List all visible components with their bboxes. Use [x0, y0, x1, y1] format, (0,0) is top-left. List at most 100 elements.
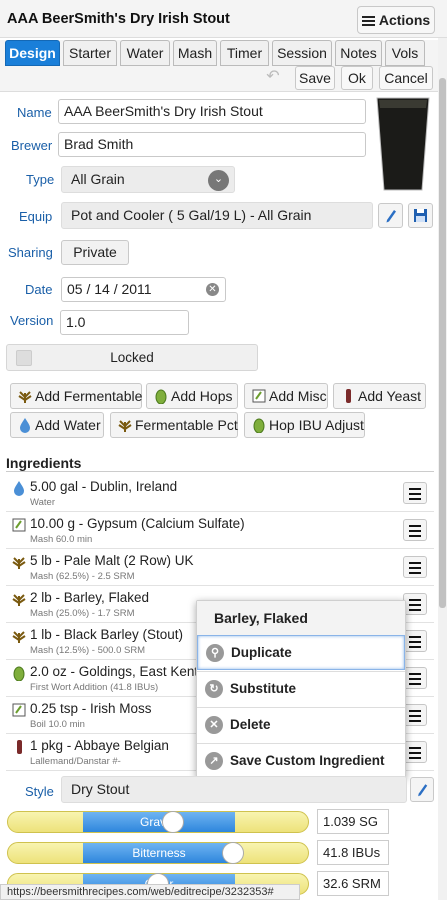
gauge-value: 32.6 SRM — [317, 871, 389, 896]
gauge-range: Bitterness — [83, 843, 235, 863]
row-menu-button[interactable] — [403, 741, 427, 763]
tag-icon: ⚲ — [206, 644, 224, 662]
equip-label: Equip — [19, 209, 53, 224]
water-drop-icon — [14, 481, 24, 496]
hop-icon — [155, 389, 167, 404]
undo-icon[interactable]: ↶ — [261, 66, 285, 90]
type-label: Type — [26, 172, 55, 187]
version-label: Version — [10, 313, 54, 328]
add-yeast-label: Add Yeast — [358, 388, 422, 404]
substitute-label: Substitute — [230, 681, 296, 696]
tab-design[interactable]: Design — [5, 40, 60, 66]
hop-ibu-adjust-label: Hop IBU Adjust — [269, 417, 364, 433]
toolbar: ↶ Save Ok Cancel — [0, 66, 447, 92]
ingredient-name: 2.0 oz - Goldings, East Kent — [30, 664, 199, 679]
tab-starter[interactable]: Starter — [63, 40, 117, 66]
tab-timer[interactable]: Timer — [220, 40, 269, 66]
refresh-icon: ↻ — [205, 680, 223, 698]
style-select[interactable]: Dry Stout — [61, 776, 407, 803]
ingredient-name: 1 lb - Black Barley (Stout) — [30, 627, 184, 642]
actions-label: Actions — [378, 12, 431, 28]
delete-menu-item[interactable]: ✕ Delete — [197, 707, 405, 742]
chevron-down-icon: ⌄ — [208, 170, 229, 191]
ingredient-name: 0.25 tsp - Irish Moss — [30, 701, 152, 716]
gauge-gravity-slider: Gravity — [7, 811, 309, 833]
row-menu-button[interactable] — [403, 667, 427, 689]
tab-notes[interactable]: Notes — [335, 40, 382, 66]
save-custom-ingredient-label: Save Custom Ingredient — [230, 753, 385, 768]
gauge-knob — [162, 811, 184, 833]
gauge-knob — [222, 842, 244, 864]
ingredient-detail: Mash (62.5%) - 2.5 SRM — [30, 571, 135, 582]
row-menu-button[interactable] — [403, 482, 427, 504]
add-water-button[interactable]: Add Water — [10, 412, 104, 438]
row-menu-button[interactable] — [403, 519, 427, 541]
save-custom-ingredient-menu-item[interactable]: ↗ Save Custom Ingredient — [197, 743, 405, 778]
tab-mash[interactable]: Mash — [173, 40, 217, 66]
add-fermentable-button[interactable]: Add Fermentable — [10, 383, 142, 409]
clear-date-icon[interactable]: ✕ — [206, 283, 219, 296]
sharing-button[interactable]: Private — [61, 240, 129, 265]
gauge-bitterness-slider: Bitterness — [7, 842, 309, 864]
misc-icon — [252, 389, 266, 403]
save-equip-button[interactable] — [408, 203, 433, 228]
date-field[interactable]: 05 / 14 / 2011 ✕ — [61, 277, 226, 302]
gauge-label: Bitterness — [132, 846, 186, 860]
grain-icon — [12, 557, 26, 569]
hop-ibu-adjust-button[interactable]: Hop IBU Adjust — [244, 412, 365, 438]
ingredient-row[interactable]: 10.00 g - Gypsum (Calcium Sulfate) Mash 6… — [6, 512, 434, 549]
delete-label: Delete — [230, 717, 271, 732]
version-field[interactable]: 1.0 — [60, 310, 189, 335]
ingredient-row[interactable]: 5.00 gal - Dublin, Ireland Water — [6, 475, 434, 512]
tab-vols[interactable]: Vols — [385, 40, 425, 66]
pencil-icon — [418, 784, 428, 797]
ingredient-detail: Boil 10.0 min — [30, 719, 85, 730]
brewer-label: Brewer — [11, 138, 53, 153]
ingredient-detail: Lallemand/Danstar #- — [30, 756, 121, 767]
tab-water[interactable]: Water — [120, 40, 170, 66]
edit-equip-button[interactable] — [378, 203, 403, 228]
row-menu-button[interactable] — [403, 556, 427, 578]
fermentable-pct-button[interactable]: Fermentable Pct — [110, 412, 238, 438]
ingredient-row[interactable]: 5 lb - Pale Malt (2 Row) UK Mash (62.5%) … — [6, 549, 434, 586]
ok-button[interactable]: Ok — [341, 66, 373, 90]
type-select[interactable]: All Grain ⌄ — [61, 166, 235, 193]
cancel-button[interactable]: Cancel — [379, 66, 433, 90]
export-icon: ↗ — [205, 752, 223, 770]
row-menu-button[interactable] — [403, 630, 427, 652]
date-label: Date — [25, 282, 53, 297]
add-yeast-button[interactable]: Add Yeast — [333, 383, 426, 409]
app-window: AAA BeerSmith's Dry Irish Stout Actions … — [0, 0, 447, 900]
fermentable-pct-label: Fermentable Pct — [135, 417, 238, 433]
ingredient-detail: Water — [30, 497, 55, 508]
edit-style-button[interactable] — [410, 777, 434, 802]
hop-icon — [253, 418, 265, 433]
add-misc-button[interactable]: Add Misc — [244, 383, 328, 409]
scrollbar-thumb[interactable] — [439, 78, 446, 608]
ingredient-detail: Mash (12.5%) - 500.0 SRM — [30, 645, 146, 656]
row-menu-button[interactable] — [403, 704, 427, 726]
name-field[interactable]: AAA BeerSmith's Dry Irish Stout — [58, 99, 366, 124]
ingredient-name: 5.00 gal - Dublin, Ireland — [30, 479, 178, 494]
add-hops-button[interactable]: Add Hops — [146, 383, 238, 409]
row-menu-button[interactable] — [403, 593, 427, 615]
ingredient-name: 2 lb - Barley, Flaked — [30, 590, 150, 605]
brewer-field[interactable]: Brad Smith — [58, 132, 366, 157]
substitute-menu-item[interactable]: ↻ Substitute — [197, 671, 405, 706]
duplicate-label: Duplicate — [231, 645, 292, 660]
tab-session[interactable]: Session — [272, 40, 332, 66]
yeast-vial-icon — [346, 389, 351, 403]
save-button[interactable]: Save — [295, 66, 335, 90]
ingredient-detail: Mash 60.0 min — [30, 534, 93, 545]
gauge-range: Gravity — [83, 812, 235, 832]
tab-bar: Design Starter Water Mash Timer Session … — [0, 40, 447, 66]
grain-icon — [118, 420, 132, 432]
type-value: All Grain — [71, 171, 125, 187]
sharing-label: Sharing — [8, 245, 53, 260]
scrollbar[interactable] — [438, 38, 447, 900]
hamburger-icon — [361, 14, 375, 28]
duplicate-menu-item[interactable]: ⚲ Duplicate — [197, 635, 405, 670]
actions-button[interactable]: Actions — [357, 6, 435, 34]
locked-toggle[interactable]: Locked — [6, 344, 258, 371]
equip-select[interactable]: Pot and Cooler ( 5 Gal/19 L) - All Grain — [61, 202, 373, 229]
